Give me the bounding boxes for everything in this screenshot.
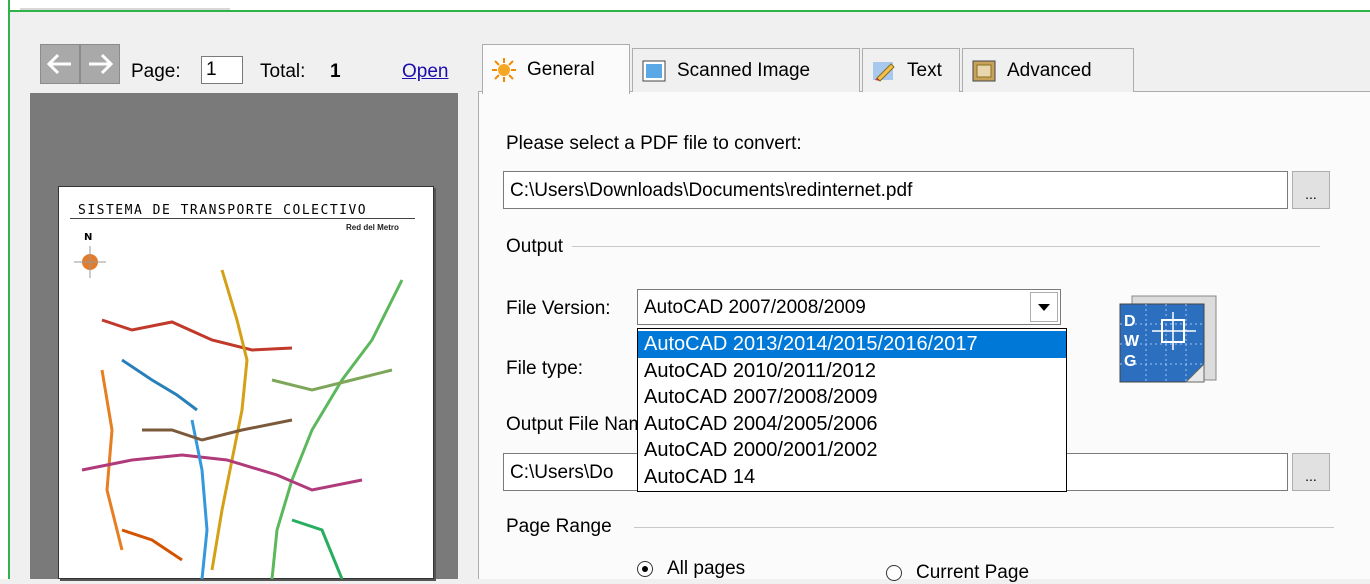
dwg-letter-g: G bbox=[1124, 353, 1136, 370]
tab-scanned-image-label: Scanned Image bbox=[677, 59, 811, 81]
current-page-radio[interactable]: Current Page bbox=[886, 562, 1029, 584]
arrow-left-icon bbox=[46, 53, 71, 75]
total-label: Total: bbox=[260, 61, 306, 82]
map-title: SISTEMA DE TRANSPORTE COLECTIVO bbox=[70, 203, 415, 219]
file-version-option[interactable]: AutoCAD 2010/2011/2012 bbox=[638, 358, 1066, 385]
file-version-select[interactable]: AutoCAD 2007/2008/2009 bbox=[637, 289, 1061, 325]
page-range-group-label: Page Range bbox=[506, 516, 616, 538]
pdf-path-input[interactable]: C:\Users\Downloads\Documents\redinternet… bbox=[503, 171, 1288, 209]
pencil-icon bbox=[873, 61, 895, 82]
arrow-right-icon bbox=[89, 53, 114, 75]
file-version-option[interactable]: AutoCAD 2013/2014/2015/2016/2017 bbox=[638, 331, 1066, 358]
total-pages-value: 1 bbox=[330, 61, 341, 82]
pdf-select-label: Please select a PDF file to convert: bbox=[506, 133, 802, 154]
current-page-label: Current Page bbox=[916, 562, 1030, 583]
dwg-file-icon: D W G bbox=[1119, 295, 1217, 383]
output-group-line bbox=[572, 246, 1320, 247]
page-number-input[interactable] bbox=[201, 56, 243, 84]
file-version-option[interactable]: AutoCAD 2004/2005/2006 bbox=[638, 411, 1066, 438]
previous-page-button[interactable] bbox=[40, 44, 80, 84]
file-version-dropdown-list[interactable]: AutoCAD 2013/2014/2015/2016/2017 AutoCAD… bbox=[637, 328, 1067, 492]
dwg-letter-w: W bbox=[1124, 333, 1140, 350]
file-version-option[interactable]: AutoCAD 2000/2001/2002 bbox=[638, 437, 1066, 464]
dwg-letter-d: D bbox=[1124, 313, 1136, 330]
tab-general-label: General bbox=[527, 58, 595, 80]
metro-map-image: N bbox=[74, 232, 404, 579]
page-label: Page: bbox=[131, 61, 181, 82]
page-range-group-line bbox=[634, 527, 1334, 528]
tab-text[interactable]: Text bbox=[862, 48, 960, 92]
output-group-label: Output bbox=[506, 236, 568, 258]
north-letter: N bbox=[84, 232, 92, 243]
chevron-down-icon bbox=[1038, 304, 1050, 311]
tab-strip: General Scanned Image Text Advanced bbox=[478, 44, 1370, 94]
all-pages-radio[interactable]: All pages bbox=[637, 558, 745, 580]
file-version-label: File Version: bbox=[506, 298, 611, 319]
tab-advanced-label: Advanced bbox=[1007, 59, 1092, 81]
image-icon bbox=[642, 60, 666, 81]
tab-text-label: Text bbox=[907, 59, 942, 81]
open-link[interactable]: Open bbox=[402, 61, 448, 83]
file-version-option[interactable]: AutoCAD 2007/2008/2009 bbox=[638, 384, 1066, 411]
all-pages-label: All pages bbox=[667, 558, 746, 579]
pdf-browse-button[interactable]: ... bbox=[1292, 171, 1330, 209]
frame-border-top bbox=[10, 10, 1370, 12]
radio-circle bbox=[637, 561, 653, 577]
file-version-option[interactable]: AutoCAD 14 bbox=[638, 464, 1066, 491]
tab-scanned-image[interactable]: Scanned Image bbox=[632, 48, 860, 92]
frame-icon bbox=[972, 60, 996, 81]
sun-icon bbox=[492, 57, 516, 82]
tab-general[interactable]: General bbox=[482, 44, 630, 94]
output-browse-button[interactable]: ... bbox=[1292, 453, 1330, 491]
frame-border-left bbox=[0, 0, 10, 579]
file-type-label: File type: bbox=[506, 358, 584, 379]
tab-advanced[interactable]: Advanced bbox=[962, 48, 1134, 92]
file-version-dropdown-button[interactable] bbox=[1030, 292, 1058, 322]
next-page-button[interactable] bbox=[80, 44, 120, 84]
output-file-name-label: Output File Name: bbox=[506, 414, 638, 435]
